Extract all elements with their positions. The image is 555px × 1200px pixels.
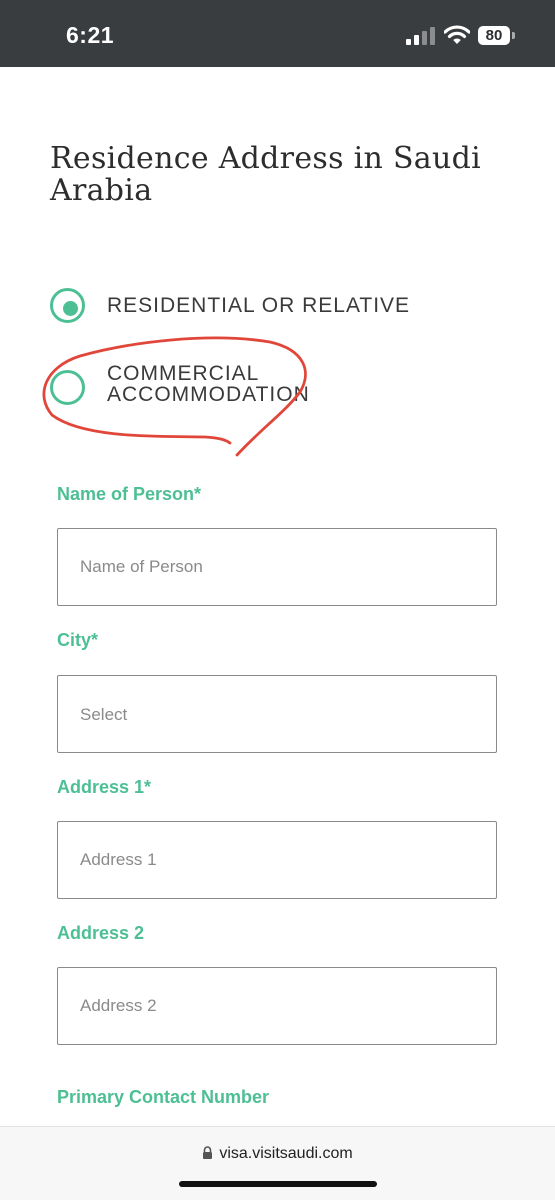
primary-contact-label: Primary Contact Number (57, 1087, 270, 1107)
city-label: City* (57, 630, 99, 650)
radio-dot (63, 301, 78, 316)
radio-unselected-icon (50, 370, 85, 405)
address1-field[interactable] (57, 821, 497, 899)
name-of-person-field[interactable] (57, 528, 497, 606)
address2-label: Address 2 (57, 923, 145, 943)
lock-icon (203, 1146, 213, 1159)
city-select[interactable]: Select (57, 675, 497, 753)
address2-field[interactable] (57, 967, 497, 1045)
radio-selected-icon (50, 288, 85, 323)
status-time: 6:21 (66, 22, 115, 48)
wifi-icon (444, 25, 470, 44)
radio-residential[interactable]: RESIDENTIAL OR RELATIVE (50, 288, 450, 328)
url-display[interactable]: visa.visitsaudi.com (0, 1145, 555, 1163)
cellular-signal-icon (406, 27, 435, 45)
status-bar: 6:21 80 (0, 0, 555, 67)
browser-address-bar[interactable]: visa.visitsaudi.com (0, 1126, 555, 1200)
name-of-person-label: Name of Person* (57, 484, 202, 504)
name-of-person-input[interactable] (58, 529, 496, 605)
address2-input[interactable] (58, 968, 496, 1044)
page-title: Residence Address in Saudi Arabia (50, 141, 482, 208)
city-select-value: Select (80, 705, 128, 724)
address1-input[interactable] (58, 822, 496, 898)
address1-label: Address 1* (57, 777, 152, 797)
radio-commercial[interactable]: COMMERCIAL ACCOMMODATION (50, 363, 450, 415)
battery-icon: 80 (478, 26, 510, 45)
url-text: visa.visitsaudi.com (219, 1145, 353, 1162)
home-indicator[interactable] (179, 1181, 377, 1187)
radio-residential-label: RESIDENTIAL OR RELATIVE (107, 294, 411, 317)
radio-commercial-label: COMMERCIAL ACCOMMODATION (107, 362, 310, 406)
battery-cap (512, 32, 515, 39)
